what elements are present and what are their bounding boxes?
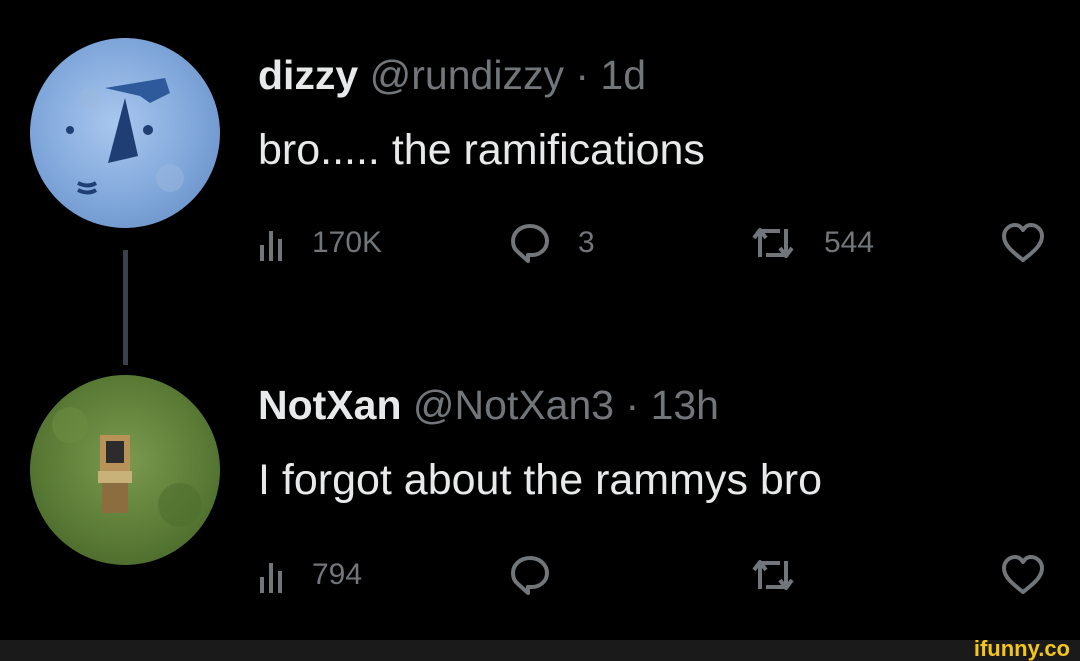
views-count: 170K: [312, 226, 383, 259]
retweet-icon: [752, 228, 794, 258]
tweet-actions: 170K 3 544: [258, 218, 1068, 268]
retweet-button[interactable]: [748, 550, 798, 600]
like-icon: [1002, 223, 1044, 262]
views-icon: [260, 231, 282, 261]
tweet-actions: 794: [258, 550, 1068, 600]
separator-dot: ·: [625, 382, 640, 428]
reply-icon: [511, 556, 549, 595]
reply-icon: [511, 224, 549, 263]
reply-button[interactable]: [508, 550, 552, 600]
views-button[interactable]: 794: [258, 550, 362, 600]
separator-dot: ·: [575, 52, 590, 98]
timestamp[interactable]: 1d: [600, 52, 646, 98]
reply-count: 3: [578, 226, 595, 259]
tweet-text: I forgot about the rammys bro: [258, 456, 823, 504]
user-handle[interactable]: @NotXan3: [413, 382, 614, 428]
tweet-notxan[interactable]: NotXan @NotXan3 · 13h I forgot about the…: [0, 360, 1080, 640]
reply-button[interactable]: 3: [508, 218, 595, 268]
footer-bar: [0, 640, 1080, 661]
moon-face-avatar-image: [66, 78, 184, 195]
tweet-header: dizzy @rundizzy · 1d: [258, 52, 646, 98]
retweet-icon: [752, 560, 794, 590]
ifunny-watermark: ifunny.co: [973, 636, 1070, 661]
avatar-dizzy[interactable]: [30, 38, 220, 228]
user-handle[interactable]: @rundizzy: [370, 52, 564, 98]
like-icon: [1002, 555, 1044, 594]
avatar-notxan[interactable]: [30, 375, 220, 565]
views-icon: [260, 563, 282, 593]
retweet-count: 544: [824, 226, 875, 259]
like-button[interactable]: [1000, 550, 1046, 600]
tweet-dizzy[interactable]: dizzy @rundizzy · 1d bro..... the ramifi…: [0, 0, 1080, 330]
views-button[interactable]: 170K: [258, 218, 382, 268]
display-name[interactable]: dizzy: [258, 52, 358, 98]
tweet-text: bro..... the ramifications: [258, 126, 705, 174]
thread-connector-line: [123, 250, 128, 365]
display-name[interactable]: NotXan: [258, 382, 402, 428]
grass-field-avatar-image: [52, 407, 202, 527]
tweet-header: NotXan @NotXan3 · 13h: [258, 382, 719, 428]
like-button[interactable]: [1000, 218, 1046, 268]
timestamp[interactable]: 13h: [651, 382, 719, 428]
retweet-button[interactable]: 544: [748, 218, 874, 268]
views-count: 794: [312, 558, 363, 591]
